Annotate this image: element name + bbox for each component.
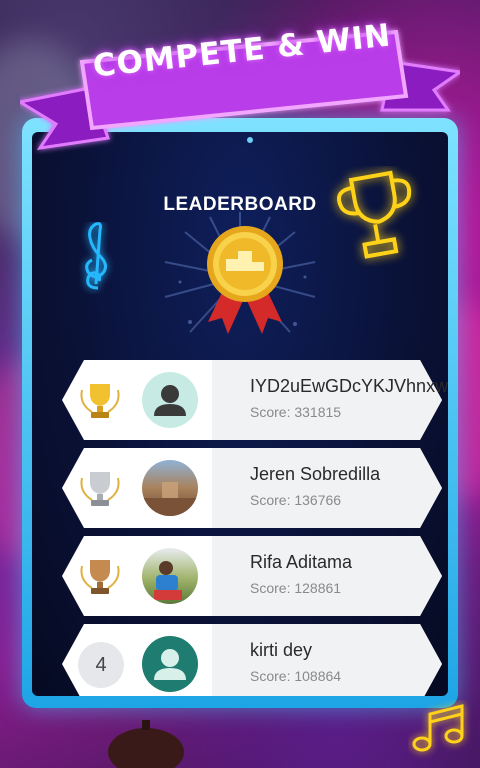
neon-trophy-icon (337, 170, 412, 259)
user-icon (154, 649, 186, 680)
treble-clef-icon (85, 222, 107, 290)
leaderboard-row-2[interactable]: Jeren Sobredilla Score: 136766 (62, 448, 442, 528)
player-name: kirti dey (250, 640, 313, 660)
leaderboard-row-4[interactable]: 4 kirti dey Score: 108864 (62, 624, 442, 696)
player-score: Score: 108864 (250, 668, 342, 684)
avatar (142, 460, 198, 516)
player-score: Score: 136766 (250, 492, 342, 508)
leaderboard-row-3[interactable]: Rifa Aditama Score: 128861 (62, 536, 442, 616)
silver-trophy-icon (80, 472, 120, 506)
avatar (142, 548, 198, 604)
bronze-trophy-icon (80, 560, 120, 594)
avatar (142, 636, 198, 692)
music-notes-icon (412, 704, 464, 752)
gold-trophy-icon (80, 384, 120, 418)
photo-avatar-icon (142, 482, 198, 516)
player-name: Jeren Sobredilla (250, 464, 381, 484)
player-name: Rifa Aditama (250, 552, 353, 572)
photo-avatar-icon (154, 561, 182, 600)
rank-number: 4 (78, 642, 124, 688)
player-score: Score: 331815 (250, 404, 342, 420)
medal-icon (207, 226, 283, 334)
avatar (142, 372, 198, 428)
user-icon (154, 385, 186, 416)
leaderboard-row-1[interactable]: IYD2uEwGDcYKJVhnxw Score: 331815 (62, 360, 448, 440)
player-name: IYD2uEwGDcYKJVhnxw (250, 376, 448, 396)
pumpkin-icon (108, 720, 184, 768)
player-score: Score: 128861 (250, 580, 342, 596)
